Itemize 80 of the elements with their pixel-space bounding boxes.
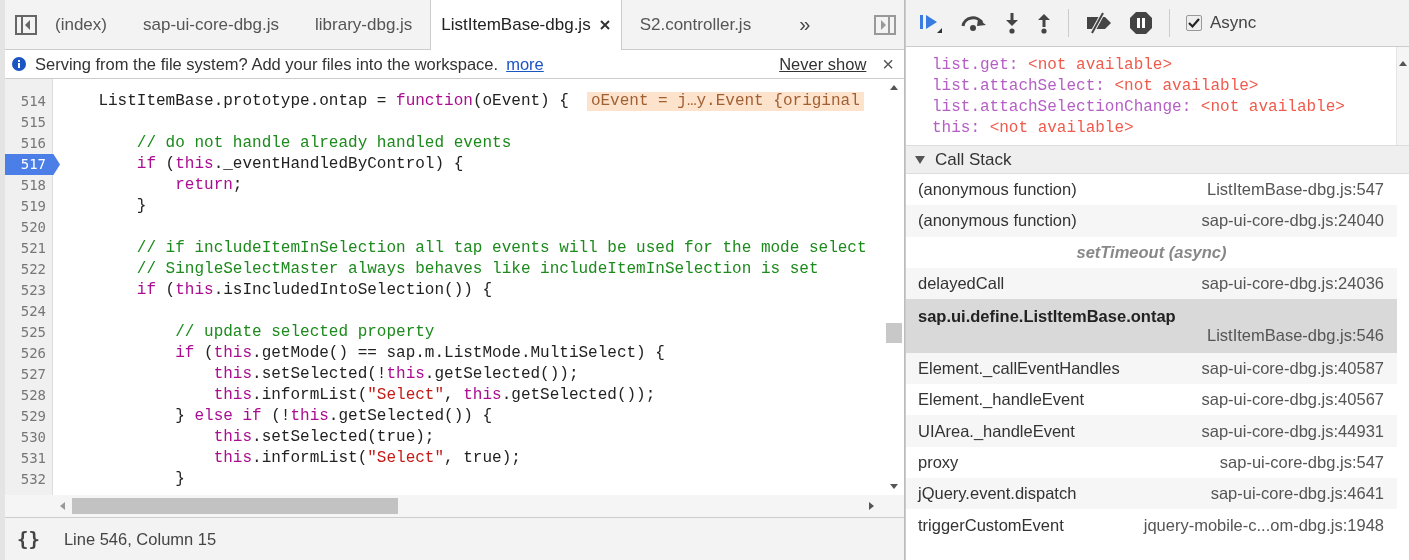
check-icon[interactable]: [1187, 17, 1201, 29]
call-frame[interactable]: UIArea._handleEvent sap-ui-core-dbg.js:44931: [906, 415, 1397, 447]
line-number[interactable]: 515: [5, 112, 52, 133]
panel-toggle-icon[interactable]: [874, 14, 896, 35]
line-number[interactable]: 525: [5, 322, 52, 343]
line-number[interactable]: 529: [5, 406, 52, 427]
call-frame[interactable]: Element._callEventHandles sap-ui-core-dbg.js:40587: [906, 352, 1397, 385]
line-number[interactable]: 526: [5, 343, 52, 364]
never-show-link[interactable]: Never show: [779, 54, 867, 74]
line-number[interactable]: 524: [5, 301, 52, 322]
more-tabs-button[interactable]: »: [799, 13, 811, 36]
code-line: return;: [174, 175, 243, 196]
code-line: ListItemBase.prototype.ontap = function(oEvent) {: [97, 91, 569, 112]
file-tab[interactable]: S2.controller.js: [621, 0, 770, 49]
line-number[interactable]: 531: [5, 448, 52, 469]
line-number[interactable]: 521: [5, 238, 52, 259]
call-frame[interactable]: sap.ui.define.ListItemBase.ontap ListItemBase-dbg.js:546: [906, 298, 1397, 353]
pause-icon[interactable]: [1129, 11, 1153, 35]
code-line: if (this.getMode() == sap.m.ListMode.MultiSelect) {: [174, 343, 665, 364]
line-number[interactable]: 518: [5, 175, 52, 196]
line-number[interactable]: 516: [5, 133, 52, 154]
code-line: this.setSelected(true);: [212, 427, 435, 448]
scroll-down-icon[interactable]: [889, 483, 899, 491]
line-number[interactable]: 523: [5, 280, 52, 301]
step-over-icon[interactable]: [960, 13, 988, 33]
line-number[interactable]: 528: [5, 385, 52, 406]
scope-variable: list.attachSelectionChange: <not available>: [932, 97, 1346, 118]
line-number[interactable]: 532: [5, 469, 52, 490]
code-line: if (this._eventHandledByControl) {: [135, 154, 464, 175]
code-line: this.informList("Select", true);: [212, 448, 521, 469]
scrollbar-thumb[interactable]: [886, 323, 902, 343]
code-line: // do not handle already handled events: [135, 133, 512, 154]
line-number[interactable]: 527: [5, 364, 52, 385]
scope-variable: list.get: <not available>: [932, 55, 1174, 76]
code-line: if (this.isIncludedIntoSelection()) {: [135, 280, 493, 301]
scope-variable: list.attachSelect: <not available>: [932, 76, 1260, 97]
cursor-position: Line 546, Column 15: [63, 529, 217, 549]
code-line: }: [174, 469, 185, 490]
resume-icon[interactable]: [918, 12, 944, 34]
caret-icon[interactable]: [914, 154, 926, 165]
call-frame[interactable]: (anonymous function) sap-ui-core-dbg.js:24040: [906, 205, 1397, 237]
deactivate-breakpoints-icon[interactable]: [1085, 12, 1113, 34]
call-frame[interactable]: delayedCall sap-ui-core-dbg.js:24036: [906, 267, 1397, 299]
code-line: // update selected property: [174, 322, 435, 343]
info-icon: [11, 56, 27, 72]
code-line: // if includeItemInSelection all tap events will be used for the mode select: [135, 238, 867, 259]
scroll-up-icon[interactable]: [889, 83, 899, 91]
step-out-icon[interactable]: [1036, 12, 1052, 34]
file-tab[interactable]: sap-ui-core-dbg.js: [124, 0, 298, 49]
file-tab[interactable]: (index): [55, 0, 125, 49]
code-line: }: [135, 196, 147, 217]
scroll-up-icon[interactable]: [1398, 59, 1408, 67]
inline-value: oEvent = j…y.Event {original: [586, 92, 864, 111]
file-tab[interactable]: ListItemBase-dbg.js: [430, 0, 622, 50]
async-separator: setTimeout (async): [1075, 241, 1228, 263]
panel-toggle-icon[interactable]: [15, 14, 37, 35]
async-checkbox[interactable]: Async: [1186, 13, 1257, 33]
scope-variable: this: <not available>: [932, 118, 1135, 139]
call-stack-header[interactable]: Call Stack: [906, 146, 1409, 174]
line-number[interactable]: 522: [5, 259, 52, 280]
line-number[interactable]: 514: [5, 91, 52, 112]
call-frame[interactable]: jQuery.event.dispatch sap-ui-core-dbg.js:4641: [906, 478, 1397, 510]
scroll-right-icon[interactable]: [868, 501, 876, 511]
pretty-print-button[interactable]: {}: [17, 528, 40, 550]
code-line: this.setSelected(!this.getSelected());: [212, 364, 579, 385]
code-line: // SingleSelectMaster always behaves like includeItemInSelection is set: [135, 259, 819, 280]
scroll-left-icon[interactable]: [58, 501, 66, 511]
step-into-icon[interactable]: [1004, 12, 1020, 34]
file-tab[interactable]: library-dbg.js: [297, 0, 431, 49]
breakpoint-marker[interactable]: 517: [5, 154, 60, 175]
close-button[interactable]: ×: [882, 52, 894, 76]
info-message: Serving from the file system? Add your files into the workspace.: [35, 54, 499, 74]
more-link[interactable]: more: [506, 54, 544, 74]
line-number[interactable]: 520: [5, 217, 52, 238]
scrollbar-thumb[interactable]: [72, 498, 398, 514]
line-number[interactable]: 530: [5, 427, 52, 448]
close-icon[interactable]: [598, 19, 611, 31]
code-line: this.informList("Select", this.getSelected());: [212, 385, 656, 406]
code-line: } else if (!this.getSelected()) {: [174, 406, 493, 427]
line-number[interactable]: 519: [5, 196, 52, 217]
